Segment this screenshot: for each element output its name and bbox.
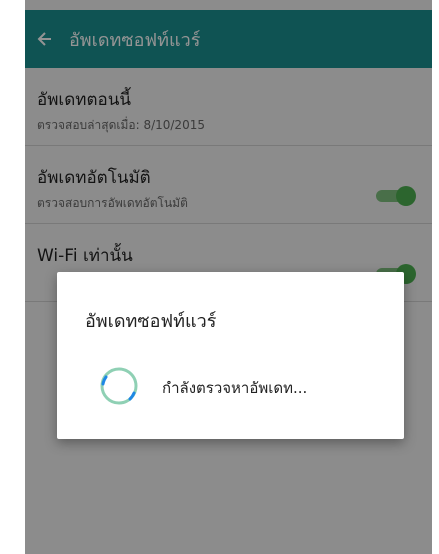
loading-spinner-icon [100, 367, 138, 405]
progress-dialog: อัพเดทซอฟท์แวร์ กำลังตรวจหาอัพเดท... [57, 272, 404, 439]
dialog-title: อัพเดทซอฟท์แวร์ [85, 311, 217, 332]
screen: อัพเดทซอฟท์แวร์ อัพเดทตอนนี้ ตรวจสอบล่าส… [25, 0, 432, 554]
dialog-message: กำลังตรวจหาอัพเดท... [162, 379, 308, 397]
